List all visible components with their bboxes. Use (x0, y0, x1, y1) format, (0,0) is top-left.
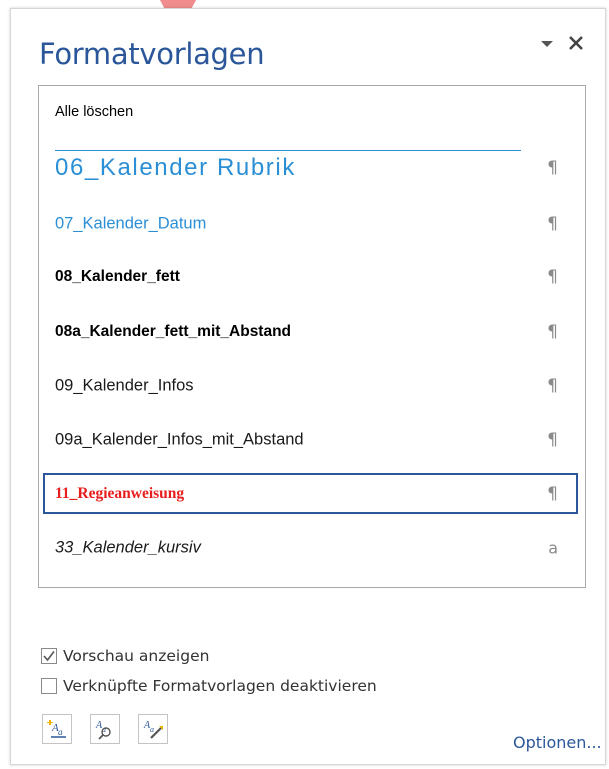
manage-styles-icon: A a (143, 720, 163, 739)
style-item-label: 08_Kalender_fett (55, 267, 180, 285)
disable-linked-styles-checkbox[interactable]: Verknüpfte Formatvorlagen deaktivieren (41, 676, 377, 696)
style-item[interactable]: 09_Kalender_Infos ¶ (43, 365, 578, 406)
style-inspector-button[interactable]: A a (90, 714, 120, 744)
style-item-selected[interactable]: 11_Regieanweisung ¶ (43, 473, 578, 514)
styles-pane: Formatvorlagen Alle löschen 06_Kalender … (10, 8, 606, 765)
paragraph-mark-icon: ¶ (547, 213, 558, 234)
new-style-button[interactable]: A a (42, 714, 72, 744)
style-item-label: 07_Kalender_Datum (55, 214, 207, 232)
style-item[interactable]: 08_Kalender_fett ¶ (43, 256, 578, 297)
style-inspector-icon: A a (95, 720, 111, 740)
checkbox-checked-icon[interactable] (41, 648, 57, 664)
style-list: Alle löschen 06_Kalender Rubrik ¶ 07_Kal… (38, 85, 586, 588)
paragraph-mark-icon: ¶ (547, 429, 558, 450)
pane-title: Formatvorlagen (39, 37, 265, 71)
style-item-label: 09a_Kalender_Infos_mit_Abstand (55, 430, 304, 448)
options-link[interactable]: Optionen... (513, 733, 602, 752)
show-preview-label: Vorschau anzeigen (63, 647, 210, 665)
paragraph-mark-icon: ¶ (547, 321, 558, 342)
close-icon[interactable] (567, 34, 585, 52)
style-item[interactable]: 08a_Kalender_fett_mit_Abstand ¶ (43, 311, 578, 352)
paragraph-mark-icon: ¶ (547, 266, 558, 287)
style-item-label: 09_Kalender_Infos (55, 376, 194, 394)
style-item[interactable]: 33_Kalender_kursiv a (43, 527, 578, 568)
style-item-label: 08a_Kalender_fett_mit_Abstand (55, 322, 292, 340)
style-item-label: 06_Kalender Rubrik (55, 153, 296, 181)
checkbox-unchecked-icon[interactable] (41, 678, 57, 694)
paragraph-mark-icon: ¶ (547, 375, 558, 396)
clear-all-item[interactable]: Alle löschen (55, 104, 133, 120)
style-item[interactable]: 06_Kalender Rubrik ¶ (43, 147, 578, 188)
character-style-icon: a (548, 538, 558, 557)
dropdown-triangle-icon[interactable] (539, 36, 555, 52)
style-item[interactable]: 07_Kalender_Datum ¶ (43, 203, 578, 244)
style-item[interactable]: 09a_Kalender_Infos_mit_Abstand ¶ (43, 419, 578, 460)
style-item-label: 33_Kalender_kursiv (55, 538, 201, 556)
paragraph-mark-icon: ¶ (547, 157, 558, 178)
show-preview-checkbox[interactable]: Vorschau anzeigen (41, 646, 209, 666)
style-item-label: 11_Regieanweisung (55, 484, 185, 502)
manage-styles-button[interactable]: A a (138, 714, 168, 744)
disable-linked-styles-label: Verknüpfte Formatvorlagen deaktivieren (63, 677, 377, 695)
paragraph-mark-icon: ¶ (547, 483, 558, 504)
screenshot-stage: Formatvorlagen Alle löschen 06_Kalender … (0, 0, 609, 769)
svg-text:a: a (58, 727, 63, 737)
new-style-icon: A a (47, 720, 66, 738)
svg-text:a: a (150, 725, 154, 734)
